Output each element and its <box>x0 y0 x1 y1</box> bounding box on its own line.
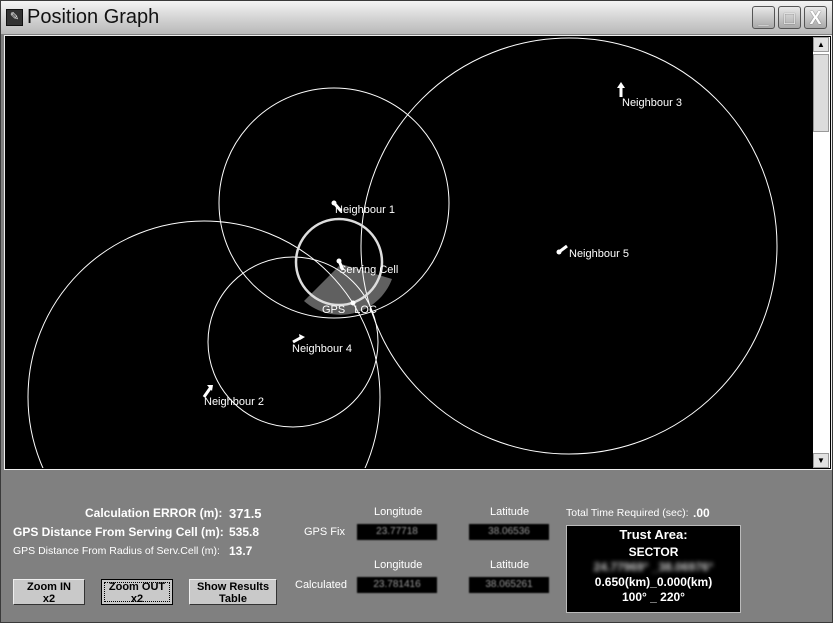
gps-fix-longitude-header: Longitude <box>374 506 423 518</box>
maximize-button[interactable]: □ <box>778 6 801 29</box>
neighbour-2-label: Neighbour 2 <box>204 396 264 408</box>
show-results-table-button[interactable]: Show Results Table <box>189 579 277 605</box>
trust-area-radii: 0.650(km)_0.000(km) <box>594 575 713 589</box>
neighbour-5-marker[interactable] <box>556 244 568 255</box>
title-bar[interactable]: ✎ Position Graph _ □ X <box>1 1 832 34</box>
arrow-down-icon: ▼ <box>817 456 825 465</box>
vertical-scrollbar[interactable]: ▲ ▼ <box>813 37 830 468</box>
gps-fix-longitude-field: 23.77718 <box>357 524 437 540</box>
calculated-latitude-header: Latitude <box>490 559 530 571</box>
trust-area-type: SECTOR <box>628 545 679 559</box>
arrow-up-icon: ▲ <box>817 40 825 49</box>
trust-area-angles: 100° _ 220° <box>622 590 685 604</box>
calculated-longitude-field: 23.781416 <box>357 577 437 593</box>
position-graph-canvas[interactable]: Neighbour 1 Serving Cell GPS LOC Neighbo… <box>6 37 813 468</box>
position-graph-window: ✎ Position Graph _ □ X Neighbour 1 Servi… <box>0 0 833 623</box>
close-icon: X <box>809 8 822 28</box>
gps-radius-label: GPS Distance From Radius of Serv.Cell (m… <box>13 545 220 557</box>
neighbour-3-label: Neighbour 3 <box>622 97 682 109</box>
neighbour-4-label: Neighbour 4 <box>292 343 352 355</box>
scroll-up-button[interactable]: ▲ <box>813 37 829 52</box>
calculated-label: Calculated <box>295 579 347 591</box>
calc-error-label: Calculation ERROR (m): <box>85 506 223 520</box>
zoom-in-button[interactable]: Zoom IN x2 <box>13 579 85 605</box>
gps-distance-value: 535.8 <box>229 525 260 539</box>
zoom-out-button[interactable]: Zoom OUT x2 <box>101 579 173 605</box>
app-icon: ✎ <box>6 9 23 26</box>
total-time-label: Total Time Required (sec): <box>566 507 689 519</box>
gps-radius-value: 13.7 <box>229 544 253 558</box>
gps-fix-latitude-header: Latitude <box>490 506 530 518</box>
calculated-latitude-field: 38.065261 <box>469 577 549 593</box>
gps-fix-latitude-field: 38.06536 <box>469 524 549 540</box>
window-title: Position Graph <box>27 6 160 28</box>
calc-error-value: 371.5 <box>229 506 262 521</box>
gps-distance-label: GPS Distance From Serving Cell (m): <box>13 525 224 539</box>
scroll-thumb[interactable] <box>813 54 829 132</box>
minimize-icon: _ <box>758 8 769 28</box>
neighbour-5-label: Neighbour 5 <box>569 248 629 260</box>
neighbour-3-marker[interactable] <box>617 82 625 97</box>
graph-svg: Neighbour 1 Serving Cell GPS LOC Neighbo… <box>27 37 778 468</box>
total-time-value: .00 <box>693 506 710 520</box>
gps-fix-label: GPS Fix <box>304 526 345 538</box>
neighbour-5-circle <box>360 37 778 455</box>
minimize-button[interactable]: _ <box>752 6 775 29</box>
calculated-longitude-header: Longitude <box>374 559 423 571</box>
trust-area-coords: 24.77969° _38.06976° <box>593 560 714 574</box>
close-button[interactable]: X <box>804 6 827 29</box>
serving-cell-label: Serving Cell <box>339 264 398 276</box>
trust-area-title: Trust Area: <box>619 527 688 542</box>
maximize-icon: □ <box>784 8 795 28</box>
neighbour-1-label: Neighbour 1 <box>335 204 395 216</box>
scroll-down-button[interactable]: ▼ <box>813 453 829 468</box>
gps-loc-label: GPS LOC <box>322 304 377 316</box>
trust-area-panel: Trust Area: SECTOR 24.77969° _38.06976° … <box>566 525 741 613</box>
neighbour-4-marker[interactable] <box>292 334 305 344</box>
